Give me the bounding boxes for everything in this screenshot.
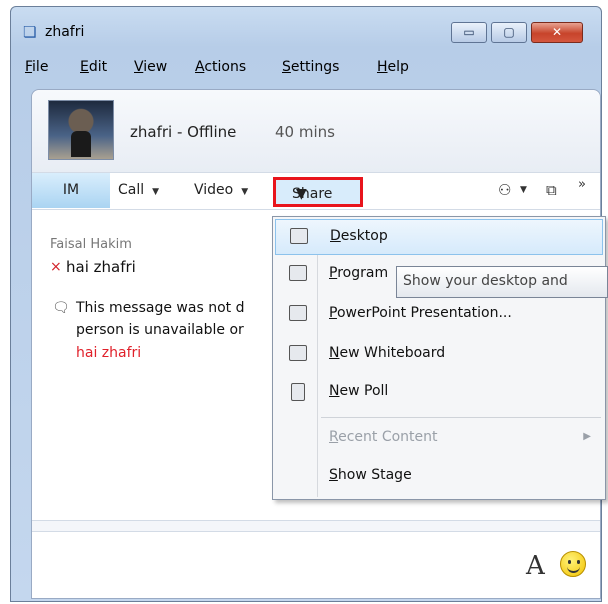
delivery-failure-line-1: This message was not d: [76, 300, 245, 316]
title-bar[interactable]: ❏ zhafri ▭ ▢ ✕: [11, 7, 601, 51]
minimize-button[interactable]: ▭: [451, 22, 487, 43]
share-menu: Desktop Program PowerPoint Presentation.…: [272, 216, 606, 500]
call-button[interactable]: Call ▼: [118, 173, 159, 208]
maximize-button[interactable]: ▢: [491, 22, 527, 43]
emoticon-icon[interactable]: [560, 551, 586, 577]
menu-item-show-stage[interactable]: Show Stage: [275, 459, 603, 495]
desktop-icon: [290, 228, 308, 244]
close-button[interactable]: ✕: [531, 22, 583, 43]
message-input[interactable]: A: [32, 531, 600, 600]
people-options-icon[interactable]: ⚇: [498, 173, 511, 208]
menu-item-whiteboard[interactable]: New Whiteboard: [275, 337, 603, 373]
menu-item-label: Program: [329, 265, 389, 281]
menu-item-label: PowerPoint Presentation...: [329, 305, 512, 321]
menu-item-desktop[interactable]: Desktop: [275, 219, 603, 255]
tooltip-text: Show your desktop and: [403, 273, 568, 289]
share-button[interactable]: Share ▼: [273, 177, 363, 207]
menu-help[interactable]: Help: [377, 59, 409, 75]
message-failed-icon: ×: [50, 259, 62, 275]
avatar[interactable]: [48, 100, 114, 160]
contact-header: zhafri - Offline 40 mins: [32, 90, 600, 172]
menu-edit[interactable]: Edit: [80, 59, 107, 75]
tooltip: Show your desktop and: [396, 266, 608, 298]
chevron-down-icon: ▼: [241, 187, 249, 197]
menu-view[interactable]: View: [134, 59, 167, 75]
chevron-down-icon: ▼: [152, 187, 160, 197]
tab-im[interactable]: IM: [32, 173, 110, 208]
font-icon[interactable]: A: [526, 551, 545, 581]
chevron-down-icon[interactable]: ▼: [520, 173, 527, 208]
menu-file[interactable]: File: [25, 59, 48, 75]
menu-item-recent-content[interactable]: Recent Content ▶: [275, 421, 603, 457]
video-label: Video: [194, 182, 234, 198]
overflow-icon[interactable]: »: [578, 167, 586, 202]
poll-icon: [291, 383, 305, 401]
powerpoint-icon: [289, 305, 307, 321]
chevron-down-icon: ▼: [296, 186, 307, 202]
menu-item-label: Desktop: [330, 228, 388, 244]
menu-item-label: New Whiteboard: [329, 345, 446, 361]
call-label: Call: [118, 182, 145, 198]
message-sender: Faisal Hakim: [50, 237, 132, 252]
menu-item-powerpoint[interactable]: PowerPoint Presentation...: [275, 297, 603, 333]
delivery-failure-line-2: person is unavailable or: [76, 322, 244, 338]
attachment-icon[interactable]: ⧉: [546, 173, 557, 208]
lync-app-icon: ❏: [23, 23, 37, 41]
contact-name-status: zhafri - Offline: [130, 123, 237, 141]
menu-item-label: Show Stage: [329, 467, 412, 483]
delivery-failed-icon: 🗨: [52, 300, 70, 316]
message-text: hai zhafri: [66, 258, 136, 276]
tab-im-label: IM: [62, 182, 80, 198]
menu-actions[interactable]: Actions: [195, 59, 246, 75]
contact-status-duration: 40 mins: [275, 123, 335, 141]
whiteboard-icon: [289, 345, 307, 361]
conversation-toolbar: IM Call ▼ Video ▼ Share ▼ ⚇ ▼ ⧉ »: [32, 172, 600, 210]
program-icon: [289, 265, 307, 281]
menu-item-poll[interactable]: New Poll: [275, 375, 603, 411]
window-title: zhafri: [45, 24, 85, 40]
menu-settings[interactable]: Settings: [282, 59, 339, 75]
menu-separator: [321, 417, 601, 418]
chevron-right-icon: ▶: [583, 431, 591, 442]
menu-item-label: New Poll: [329, 383, 389, 399]
video-button[interactable]: Video ▼: [194, 173, 248, 208]
undelivered-message: hai zhafri: [76, 345, 142, 361]
menu-item-label: Recent Content: [329, 429, 438, 445]
